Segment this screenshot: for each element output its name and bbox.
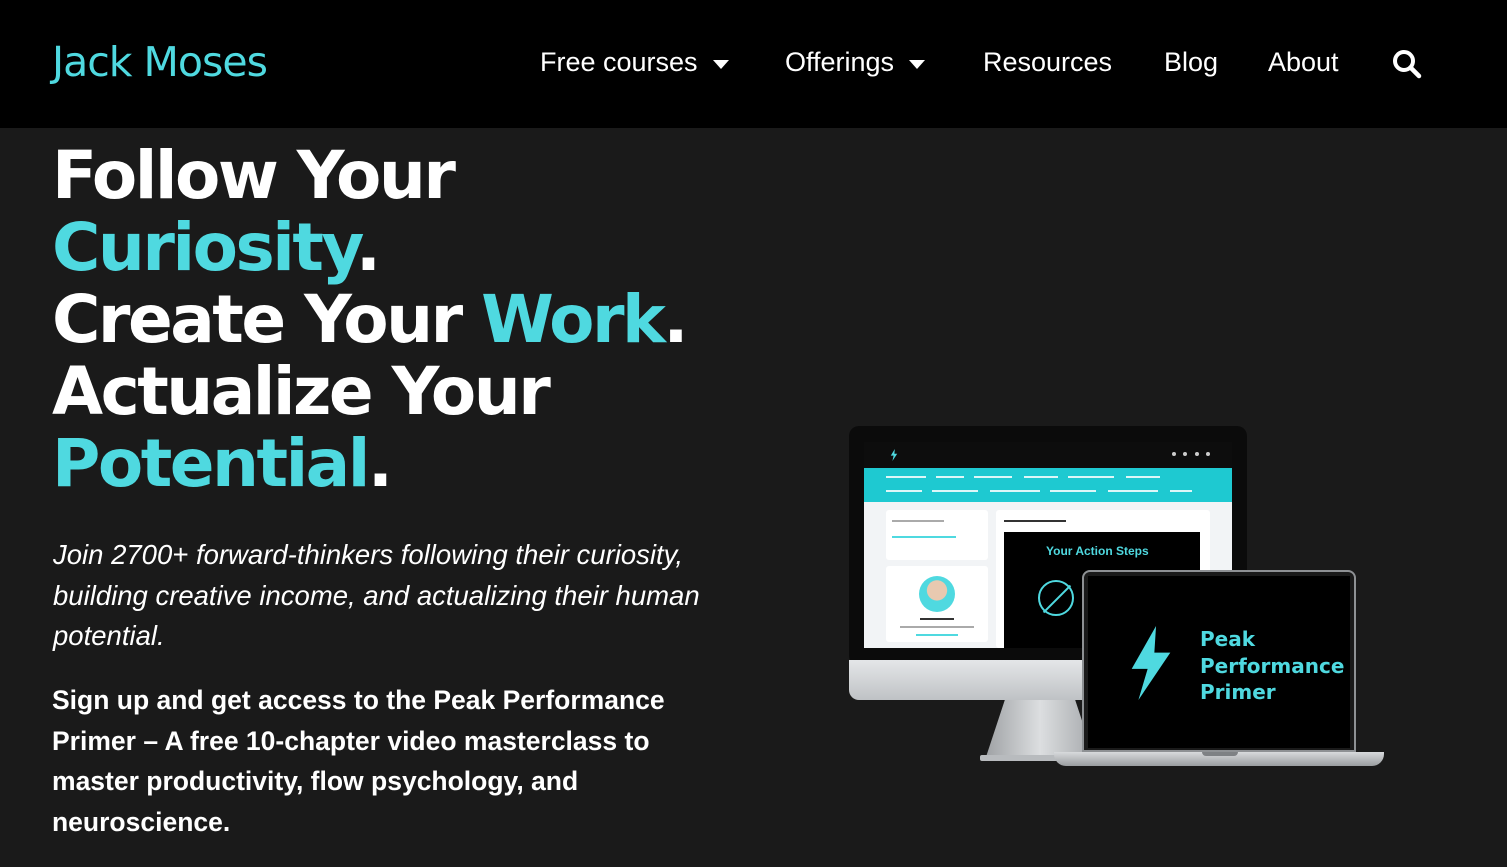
hero-line-5: Potential. (52, 428, 772, 500)
mini-toolbar-icons (1172, 452, 1210, 457)
laptop-base (1054, 752, 1384, 766)
nav-blog-label: Blog (1164, 47, 1219, 77)
nav-about[interactable]: About (1268, 47, 1339, 78)
prohibited-icon (1038, 580, 1074, 616)
hero-accent-potential: Potential (52, 425, 370, 502)
search-icon-graphic (1393, 50, 1422, 79)
laptop-course-title: Peak Performance Primer (1200, 627, 1345, 704)
bolt-icon (890, 449, 898, 461)
course-mockup-image: Your Action Steps Peak Performance Prime… (840, 420, 1400, 780)
mini-topbar (864, 442, 1232, 468)
hero-dot: . (367, 425, 393, 502)
hero-headline: Follow Your Curiosity. Create Your Work.… (52, 140, 772, 500)
desktop-stand (985, 700, 1095, 760)
laptop-notch (1202, 752, 1238, 756)
hero-dot: . (355, 209, 381, 286)
site-logo[interactable]: Jack Moses (52, 38, 268, 86)
chevron-down-icon (909, 59, 926, 69)
hero-line-1: Follow Your (52, 137, 456, 214)
mini-lesson-list (886, 510, 988, 560)
mini-video-title: Your Action Steps (1046, 544, 1149, 558)
site-header: Jack Moses Free courses Offerings Resour… (0, 0, 1507, 128)
nav-offerings[interactable]: Offerings (785, 47, 926, 78)
hero-line-3: Create Your Work. (52, 284, 772, 356)
nav-free-courses[interactable]: Free courses (540, 47, 729, 78)
search-icon[interactable] (1392, 49, 1422, 79)
nav-resources[interactable]: Resources (983, 47, 1112, 78)
avatar (919, 576, 955, 612)
hero-line-3-text: Create Your (52, 281, 482, 358)
nav-blog[interactable]: Blog (1164, 47, 1218, 78)
laptop: Peak Performance Primer (1082, 570, 1356, 752)
nav-resources-label: Resources (983, 47, 1113, 77)
hero-line-2: Curiosity. (52, 212, 772, 284)
nav-free-courses-label: Free courses (540, 47, 698, 77)
laptop-screen: Peak Performance Primer (1088, 576, 1350, 748)
chevron-down-icon (712, 59, 729, 69)
hero-accent-curiosity: Curiosity (52, 209, 358, 286)
lightning-bolt-icon (1131, 626, 1171, 700)
nav-about-label: About (1268, 47, 1339, 77)
hero-line-4: Actualize Your (52, 353, 551, 430)
mini-course-tabs (864, 468, 1232, 502)
nav-offerings-label: Offerings (785, 47, 895, 77)
hero-accent-work: Work (481, 281, 666, 358)
hero-dot: . (663, 281, 688, 358)
mini-author-card (886, 566, 988, 642)
hero-lead-text: Join 2700+ forward-thinkers following th… (53, 539, 700, 651)
signup-description: Sign up and get access to the Peak Perfo… (52, 685, 665, 837)
